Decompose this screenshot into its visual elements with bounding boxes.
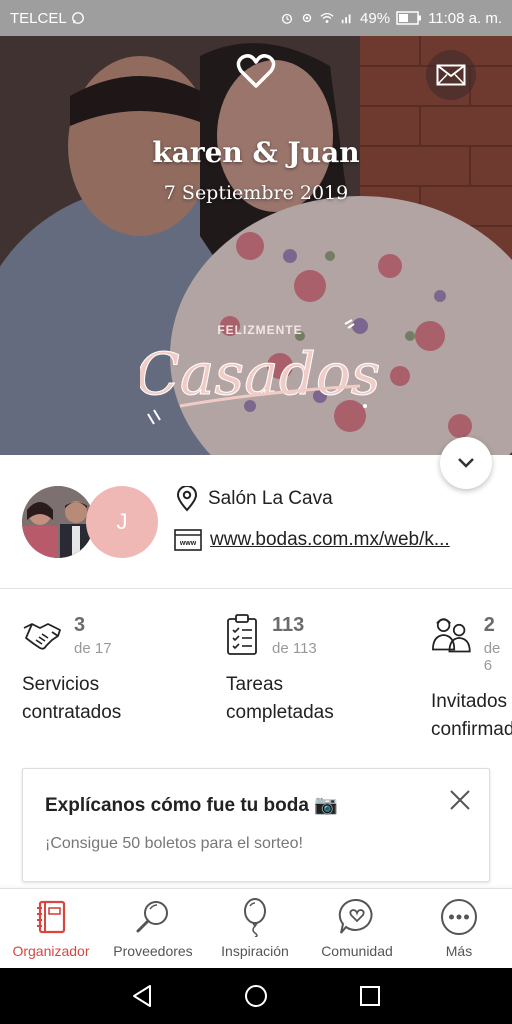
website-row[interactable]: www www.bodas.com.mx/web/k... xyxy=(174,529,490,551)
clock: 11:08 a. m. xyxy=(428,9,502,27)
handshake-icon xyxy=(23,623,61,650)
signal-icon xyxy=(341,14,351,24)
partner-avatar[interactable]: J xyxy=(86,486,158,558)
stat-label: Tareas completadas xyxy=(226,671,436,727)
couple-name: karen & Juan xyxy=(152,136,360,169)
bottom-navigation: Organizador Proveedores Inspiración Comu… xyxy=(0,888,512,968)
heart-icon xyxy=(236,54,276,88)
nav-organizador[interactable]: Organizador xyxy=(0,889,102,969)
app-screen: TELCEL 49% 11:08 a. m. karen & Juan 7 Se… xyxy=(0,0,512,1024)
location-pin-icon xyxy=(176,486,198,512)
stamp-small-text: FELIZMENTE xyxy=(217,323,302,337)
stat-label-line1: Invitados xyxy=(431,691,508,712)
status-bar: TELCEL 49% 11:08 a. m. xyxy=(0,0,512,36)
wedding-date: 7 Septiembre 2019 xyxy=(163,182,349,204)
stat-label: Servicios contratados xyxy=(22,671,232,727)
back-icon[interactable] xyxy=(130,984,154,1008)
guests-icon xyxy=(432,618,471,653)
nav-label: Más xyxy=(445,943,473,959)
eye-comfort-icon xyxy=(302,13,312,23)
battery-icon xyxy=(396,11,422,25)
felizmente-casados-stamp: FELIZMENTE Casados xyxy=(140,319,380,425)
chat-heart-icon xyxy=(338,898,373,934)
nav-comunidad[interactable]: Comunidad xyxy=(306,889,408,969)
venue-name: Salón La Cava xyxy=(208,488,333,509)
nav-label: Inspiración xyxy=(221,943,289,959)
stat-total: de 113 xyxy=(272,640,317,657)
messages-button[interactable] xyxy=(426,50,476,100)
envelope-icon xyxy=(436,64,466,86)
card-title: Explícanos cómo fue tu boda 📷 xyxy=(45,795,338,816)
wifi-icon xyxy=(320,12,334,23)
couple-avatar-photo xyxy=(22,486,94,558)
progress-stats: 3 de 17 Servicios contratados 113 de 113… xyxy=(0,590,512,750)
stat-label-line1: Tareas xyxy=(226,674,284,695)
more-dots-icon xyxy=(441,899,477,935)
battery-percent: 49% xyxy=(360,9,391,27)
stat-value: 2 xyxy=(483,614,495,636)
stat-guests[interactable]: 2 de 6 Invitados confirmados xyxy=(431,614,512,744)
clipboard-checklist-icon xyxy=(227,614,257,655)
nav-mas[interactable]: Más xyxy=(408,889,510,969)
stat-value: 113 xyxy=(272,614,305,636)
stat-total: de 6 xyxy=(483,640,501,674)
whatsapp-icon xyxy=(71,12,84,24)
card-subtitle: ¡Consigue 50 boletos para el sorteo! xyxy=(45,835,303,852)
avatar[interactable] xyxy=(22,486,94,558)
nav-label: Organizador xyxy=(12,943,90,959)
system-navigation-bar xyxy=(0,968,512,1024)
web-browser-icon: www xyxy=(174,529,202,551)
venue-row: Salón La Cava xyxy=(176,486,333,512)
stat-total: de 17 xyxy=(74,640,112,657)
home-icon[interactable] xyxy=(244,984,268,1008)
chevron-down-icon xyxy=(458,458,474,468)
stat-value: 3 xyxy=(74,614,86,636)
hero-photo-banner: karen & Juan 7 Septiembre 2019 FELIZMENT… xyxy=(0,36,512,455)
balloon-icon xyxy=(244,898,266,937)
stat-tasks[interactable]: 113 de 113 Tareas completadas xyxy=(226,614,436,727)
nav-label: Comunidad xyxy=(321,943,393,959)
wedding-info-section: J Salón La Cava www www.bodas.com.mx/web… xyxy=(0,455,512,589)
stamp-big-text: Casados xyxy=(140,340,380,408)
planner-book-icon xyxy=(37,900,66,934)
dismiss-card-button[interactable] xyxy=(445,785,475,815)
stat-services[interactable]: 3 de 17 Servicios contratados xyxy=(22,614,232,727)
recents-icon[interactable] xyxy=(358,984,382,1008)
stat-label: Invitados confirmados xyxy=(431,688,512,744)
stat-label-line2: contratados xyxy=(22,702,122,723)
stat-label-line2: confirmados xyxy=(431,719,512,740)
stat-label-line2: completadas xyxy=(226,702,334,723)
stat-label-line1: Servicios xyxy=(22,674,100,695)
nav-inspiracion[interactable]: Inspiración xyxy=(204,889,306,969)
website-link[interactable]: www.bodas.com.mx/web/k... xyxy=(210,529,490,551)
magnifier-icon xyxy=(136,901,168,933)
carrier-label: TELCEL xyxy=(10,9,67,27)
nav-proveedores[interactable]: Proveedores xyxy=(102,889,204,969)
svg-text:www: www xyxy=(179,540,197,547)
alarm-icon xyxy=(282,13,293,24)
close-icon xyxy=(450,790,470,810)
wedding-story-card[interactable]: Explícanos cómo fue tu boda 📷 ¡Consigue … xyxy=(22,768,490,882)
nav-label: Proveedores xyxy=(113,943,193,959)
expand-details-button[interactable] xyxy=(440,437,492,489)
